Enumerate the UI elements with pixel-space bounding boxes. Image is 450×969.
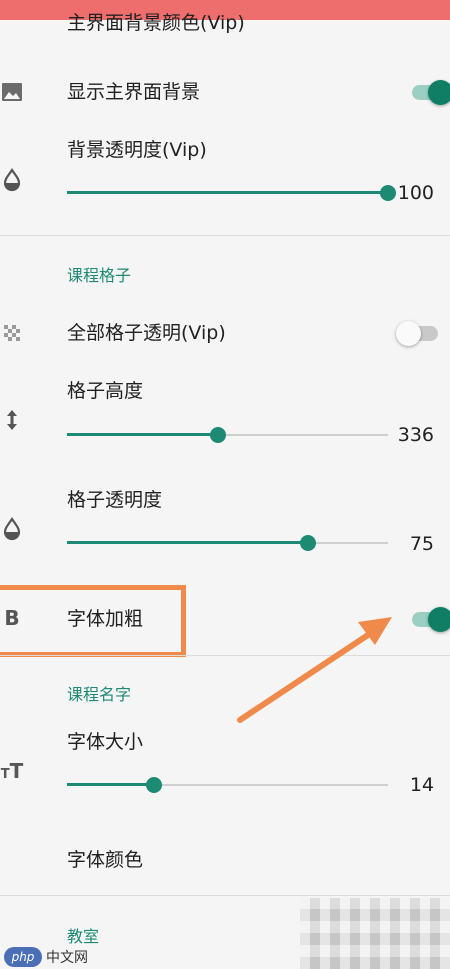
slider-fill — [67, 783, 154, 786]
show-bg-title[interactable]: 显示主界面背景 — [67, 80, 200, 104]
transparency-icon — [0, 322, 24, 346]
divider — [0, 235, 450, 236]
vertical-arrows-icon — [0, 408, 24, 432]
cell-opacity-title: 格子透明度 — [67, 489, 163, 511]
image-icon — [0, 80, 24, 104]
cell-opacity-value: 75 — [409, 533, 434, 555]
bg-opacity-value: 100 — [397, 182, 434, 204]
opacity-drop-icon — [0, 168, 24, 192]
bg-opacity-slider[interactable] — [67, 184, 396, 202]
cell-height-value: 336 — [397, 424, 434, 446]
slider-fill — [67, 433, 218, 436]
section-header-classroom: 教室 — [67, 927, 100, 946]
bold-switch[interactable] — [408, 604, 450, 634]
switch-knob — [396, 321, 421, 346]
watermark-text: 中文网 — [46, 950, 88, 966]
slider-fill — [67, 541, 308, 544]
watermark-logo: php — [4, 947, 42, 967]
font-size-slider[interactable] — [67, 776, 388, 794]
switch-knob — [428, 607, 450, 632]
cell-opacity-slider[interactable] — [67, 534, 388, 552]
slider-fill — [67, 191, 388, 194]
text-size-icon: TT — [0, 759, 24, 783]
all-cells-transparent-switch[interactable] — [396, 318, 444, 348]
highlight-box — [0, 585, 186, 657]
opacity-drop-icon — [0, 517, 24, 541]
bg-opacity-title: 背景透明度(Vip) — [67, 139, 207, 161]
blurred-region — [300, 898, 450, 969]
switch-knob — [428, 80, 450, 105]
slider-thumb[interactable] — [299, 535, 316, 551]
annotation-arrow — [237, 617, 392, 723]
show-bg-switch[interactable] — [408, 77, 450, 107]
cell-height-slider[interactable] — [67, 426, 388, 444]
font-size-value: 14 — [409, 774, 434, 796]
slider-thumb[interactable] — [209, 427, 226, 443]
slider-thumb[interactable] — [145, 777, 162, 793]
section-header-course-name: 课程名字 — [67, 685, 132, 704]
cell-height-title: 格子高度 — [67, 380, 144, 402]
all-cells-transparent-title[interactable]: 全部格子透明(Vip) — [67, 321, 226, 345]
font-color-title[interactable]: 字体颜色 — [67, 848, 143, 872]
divider — [0, 895, 450, 896]
bg-color-title[interactable]: 主界面背景颜色(Vip) — [67, 11, 245, 35]
watermark: php 中文网 — [4, 946, 88, 968]
section-header-cells: 课程格子 — [67, 266, 132, 285]
font-size-title: 字体大小 — [67, 731, 144, 753]
